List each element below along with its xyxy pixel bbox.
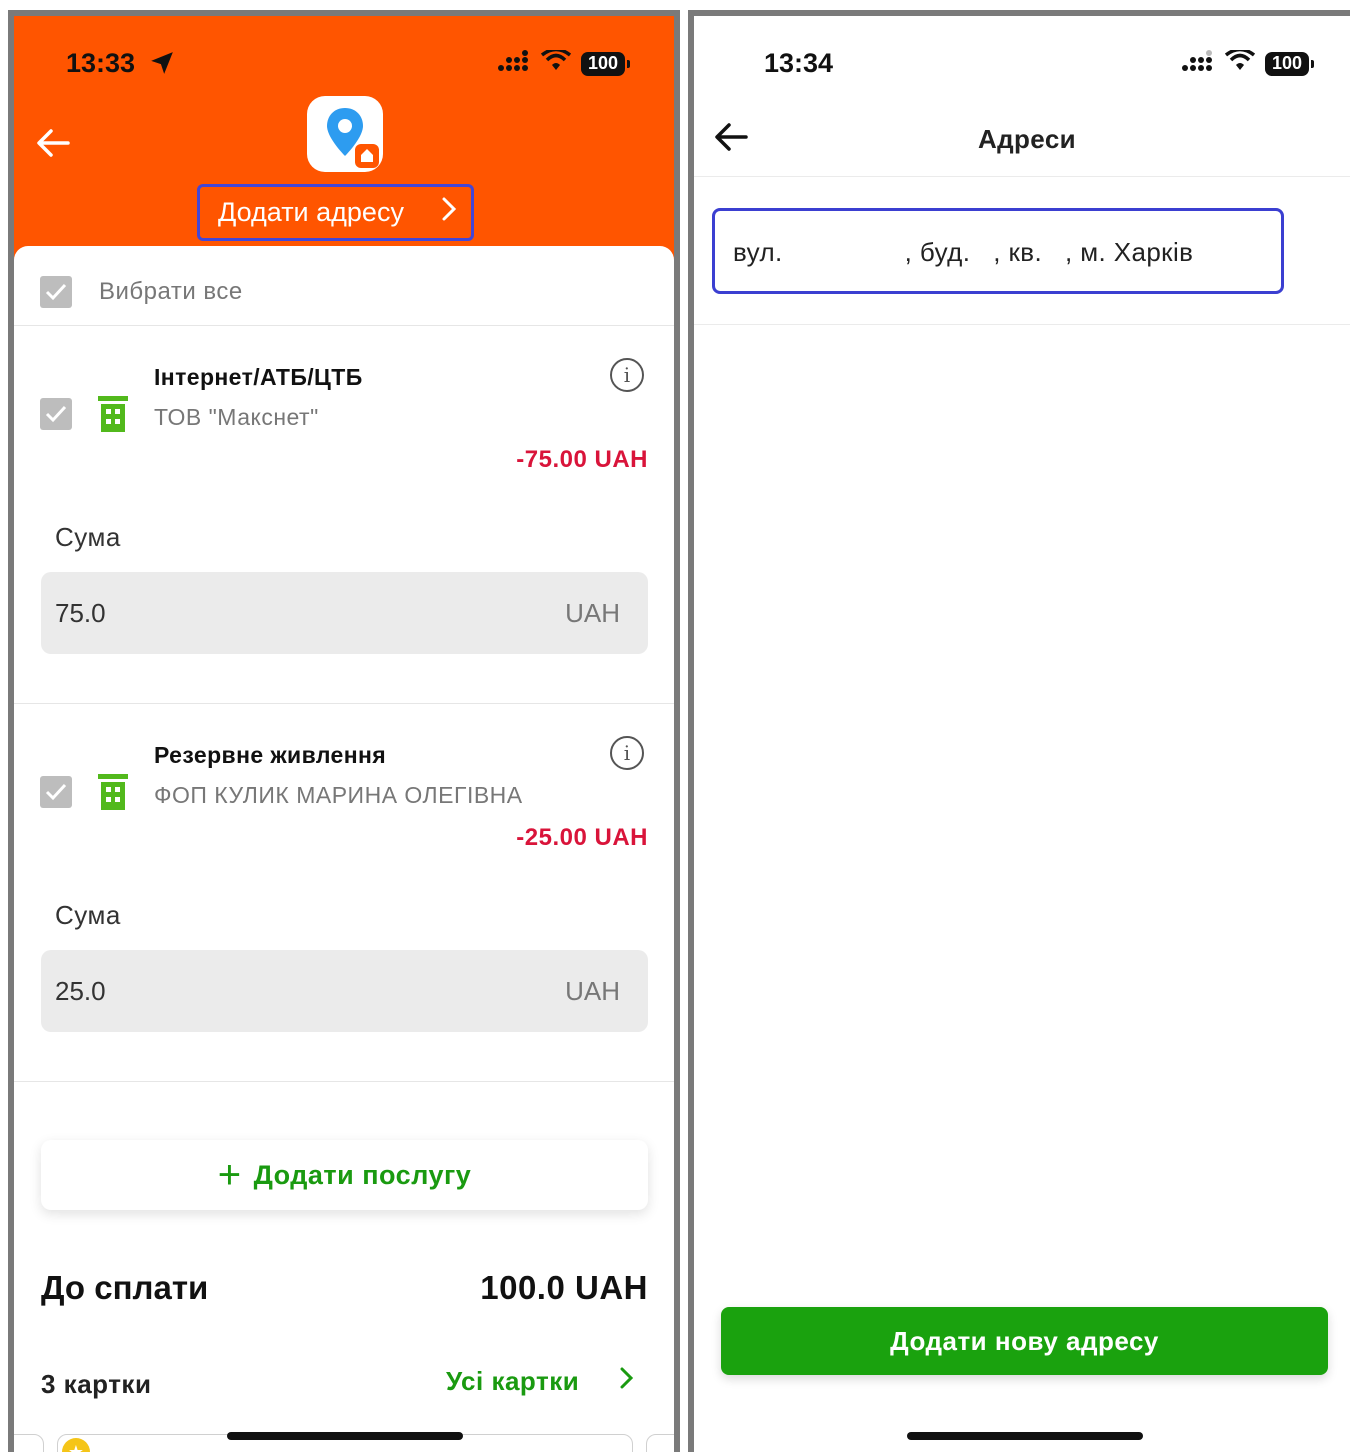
wifi-icon <box>1224 47 1256 77</box>
service-checkbox[interactable] <box>40 398 72 430</box>
star-coin-icon: ★ <box>62 1438 90 1452</box>
home-indicator <box>227 1432 463 1440</box>
sum-label: Сума <box>55 900 121 930</box>
select-all-label: Вибрати все <box>99 278 243 305</box>
status-time: 13:34 <box>764 48 834 78</box>
sum-input[interactable]: 75.0 UAH <box>41 572 648 654</box>
page-title: Адреси <box>977 124 1077 154</box>
service-provider: ФОП КУЛИК МАРИНА ОЛЕГІВНА <box>154 782 523 808</box>
battery-tip <box>627 59 630 68</box>
select-all-row[interactable]: Вибрати все <box>14 246 674 326</box>
add-service-button[interactable]: + Додати послугу <box>41 1140 648 1210</box>
status-icons: 100 <box>1181 47 1314 77</box>
plus-icon: + <box>217 1153 242 1197</box>
battery-icon: 100 <box>581 51 625 76</box>
address-logo <box>307 96 383 172</box>
sum-currency: UAH <box>565 976 620 1006</box>
service-provider: ТОВ "Макснет" <box>154 404 319 430</box>
address-text: вул. , буд. , кв. , м. Харків <box>733 237 1194 267</box>
chevron-right-icon <box>441 196 457 229</box>
building-icon <box>98 396 128 432</box>
status-icons: 100 <box>497 47 630 77</box>
sum-input[interactable]: 25.0 UAH <box>41 950 648 1032</box>
divider <box>694 176 1350 177</box>
sum-value: 25.0 <box>55 976 106 1006</box>
wifi-icon <box>540 47 572 77</box>
home-indicator <box>907 1432 1143 1440</box>
all-cards-link[interactable]: Усі картки <box>446 1366 579 1397</box>
add-service-label: Додати послугу <box>253 1159 472 1190</box>
add-address-button[interactable]: Додати адресу <box>197 184 474 241</box>
status-time: 13:33 <box>66 48 136 78</box>
add-new-address-button[interactable]: Додати нову адресу <box>721 1307 1328 1375</box>
signal-icon <box>497 50 531 77</box>
cards-count-label: 3 картки <box>41 1369 152 1399</box>
address-list-item[interactable]: вул. , буд. , кв. , м. Харків <box>712 208 1284 294</box>
total-label: До сплати <box>41 1269 209 1306</box>
back-button[interactable] <box>36 128 70 164</box>
service-title: Резервне живлення <box>154 742 387 768</box>
location-arrow-icon <box>149 50 175 81</box>
add-address-label: Додати адресу <box>218 197 404 227</box>
total-value: 100.0 UAH <box>480 1269 648 1306</box>
info-icon[interactable]: i <box>610 358 644 392</box>
battery-icon: 100 <box>1265 51 1309 76</box>
bank-card[interactable] <box>646 1434 674 1452</box>
info-icon[interactable]: i <box>610 736 644 770</box>
bank-card[interactable] <box>14 1434 44 1452</box>
payment-screen: 13:33 100 Додати адресу Вибрати все Інте… <box>8 10 680 1452</box>
divider <box>694 324 1350 325</box>
building-icon <box>98 774 128 810</box>
sum-value: 75.0 <box>55 598 106 628</box>
service-item: Резервне живлення ФОП КУЛИК МАРИНА ОЛЕГІ… <box>14 704 674 1082</box>
sum-currency: UAH <box>565 598 620 628</box>
chevron-right-icon[interactable] <box>620 1366 634 1397</box>
service-item: Інтернет/АТБ/ЦТБ ТОВ "Макснет" i -75.00 … <box>14 326 674 704</box>
addresses-screen: 13:34 100 Адреси вул. , буд. , кв. , м. … <box>688 10 1350 1452</box>
service-amount: -75.00 UAH <box>516 446 648 473</box>
service-checkbox[interactable] <box>40 776 72 808</box>
service-amount: -25.00 UAH <box>516 824 648 851</box>
sum-label: Сума <box>55 522 121 552</box>
service-title: Інтернет/АТБ/ЦТБ <box>154 364 363 390</box>
select-all-checkbox[interactable] <box>40 276 72 308</box>
signal-icon <box>1181 50 1215 77</box>
battery-tip <box>1311 59 1314 68</box>
